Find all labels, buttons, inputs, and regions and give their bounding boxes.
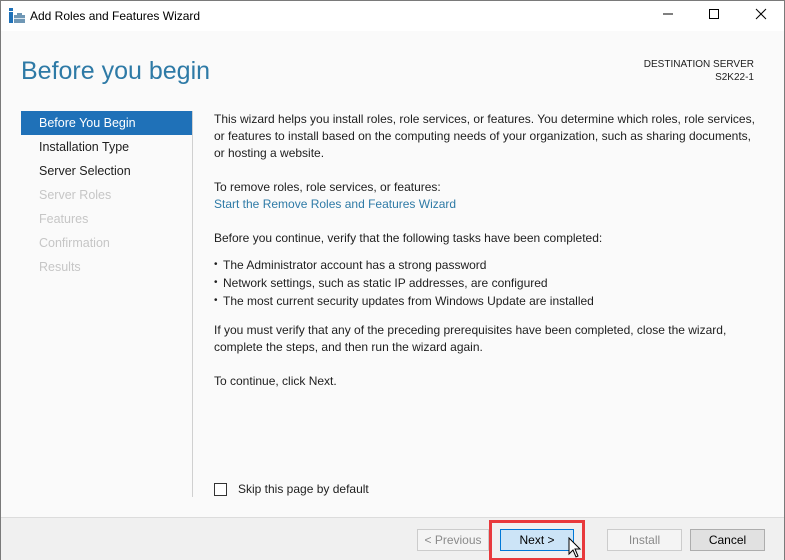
skip-page-label: Skip this page by default [238, 482, 369, 496]
wizard-content: Before you begin DESTINATION SERVER S2K2… [1, 31, 784, 517]
prerequisites-list: The Administrator account has a strong p… [214, 256, 759, 310]
skip-page-option[interactable]: Skip this page by default [214, 482, 369, 496]
continue-note: To continue, click Next. [214, 374, 337, 388]
wizard-steps-nav: Before You Begin Installation Type Serve… [21, 111, 193, 497]
remove-section: To remove roles, role services, or featu… [214, 179, 759, 213]
verify-intro: Before you continue, verify that the fol… [214, 231, 603, 245]
maximize-icon [708, 7, 720, 25]
nav-item-results: Results [39, 260, 81, 274]
remove-label: To remove roles, role services, or featu… [214, 180, 441, 194]
server-manager-icon [9, 8, 25, 24]
nav-item-confirmation: Confirmation [39, 236, 110, 250]
skip-page-checkbox[interactable] [214, 482, 227, 496]
nav-item-installation-type[interactable]: Installation Type [21, 135, 192, 159]
list-item: The Administrator account has a strong p… [214, 256, 759, 274]
close-icon [755, 7, 767, 25]
cancel-button[interactable]: Cancel [690, 529, 765, 551]
previous-button: < Previous [417, 529, 489, 551]
close-button[interactable] [738, 1, 784, 31]
nav-item-server-selection[interactable]: Server Selection [21, 159, 192, 183]
minimize-button[interactable] [645, 1, 691, 31]
wizard-footer: < Previous Next > Install Cancel [1, 517, 784, 560]
destination-server-info: DESTINATION SERVER S2K22-1 [644, 58, 754, 84]
remove-roles-link[interactable]: Start the Remove Roles and Features Wiza… [214, 197, 456, 211]
list-item: The most current security updates from W… [214, 292, 759, 310]
minimize-icon [662, 7, 674, 25]
window-title: Add Roles and Features Wizard [30, 9, 201, 23]
nav-item-server-roles: Server Roles [39, 188, 112, 202]
wizard-body: This wizard helps you install roles, rol… [214, 111, 759, 407]
nav-item-before-you-begin[interactable]: Before You Begin [21, 111, 192, 135]
install-button: Install [607, 529, 682, 551]
page-title: Before you begin [21, 57, 211, 85]
title-bar: Add Roles and Features Wizard [1, 1, 784, 31]
destination-server-label: DESTINATION SERVER [643, 59, 754, 70]
verify-note: If you must verify that any of the prece… [214, 323, 727, 354]
next-button[interactable]: Next > [500, 529, 574, 551]
wizard-window: Add Roles and Features Wizard Before you… [0, 0, 785, 560]
maximize-button[interactable] [691, 1, 737, 31]
destination-server-name: S2K22-1 [715, 72, 754, 83]
intro-text: This wizard helps you install roles, rol… [214, 112, 755, 160]
nav-item-features: Features [39, 212, 89, 226]
list-item: Network settings, such as static IP addr… [214, 274, 759, 292]
